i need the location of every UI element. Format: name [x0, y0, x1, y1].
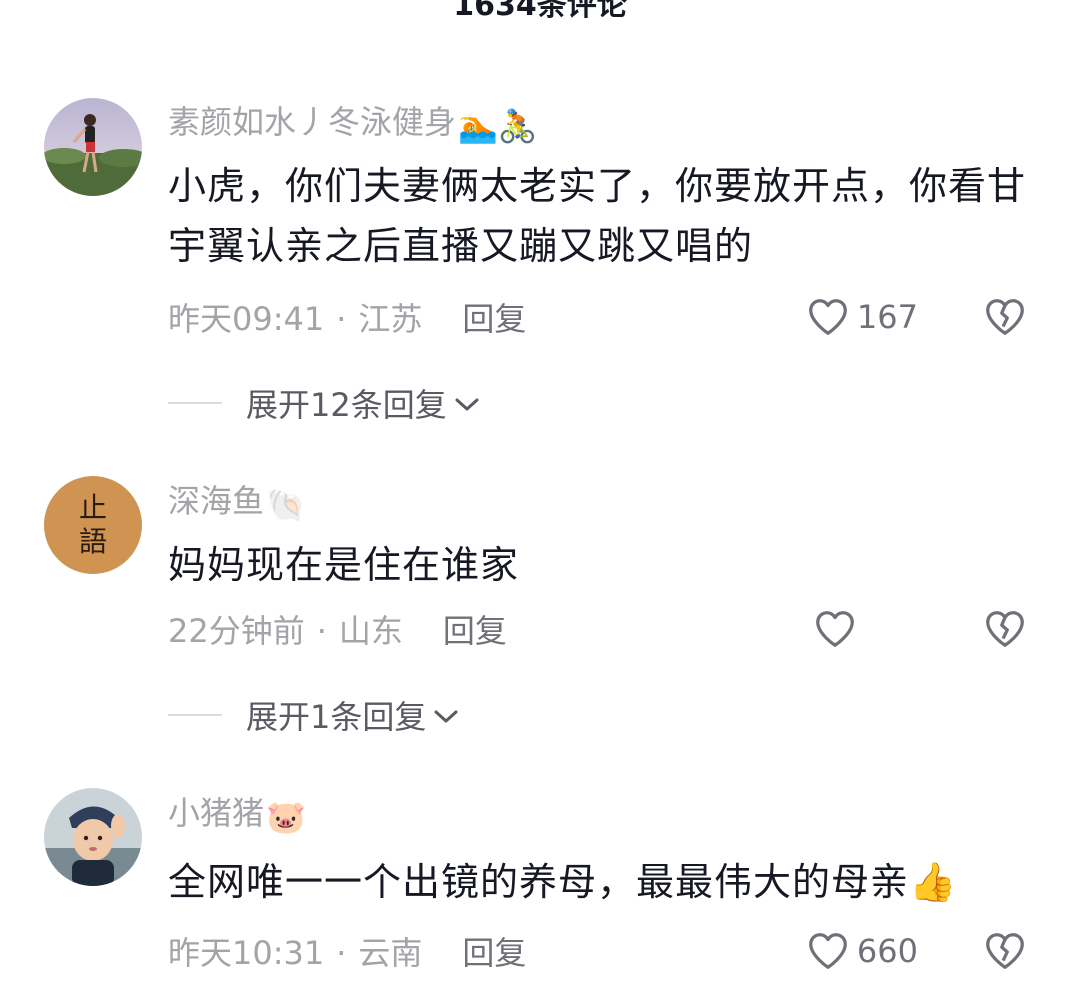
- like-count: 660: [856, 932, 918, 970]
- avatar[interactable]: 止 語: [44, 476, 142, 574]
- comment-meta: 昨天10:31 · 云南 回复: [168, 932, 526, 974]
- avatar[interactable]: [44, 98, 142, 196]
- heart-outline-icon: [816, 611, 854, 647]
- expand-replies-label: 展开12条回复: [246, 386, 447, 424]
- expand-replies-button[interactable]: 展开12条回复: [168, 380, 481, 426]
- pig-emoji-icon: 🐷: [266, 798, 306, 836]
- reply-button[interactable]: 回复: [462, 300, 526, 338]
- comment-username[interactable]: 小猪猪🐷: [168, 792, 306, 838]
- username-text[interactable]: 小猪猪: [168, 794, 264, 832]
- like-count: 167: [856, 298, 918, 336]
- reply-button[interactable]: 回复: [443, 612, 507, 650]
- broken-heart-icon: [986, 611, 1024, 647]
- like-button[interactable]: 660: [805, 928, 918, 974]
- divider-line: [168, 402, 222, 404]
- comment-username[interactable]: 深海鱼🐚: [168, 480, 306, 526]
- comment-username[interactable]: 素颜如水丿冬泳健身🏊🚴: [168, 101, 538, 147]
- dislike-button[interactable]: [982, 606, 1028, 656]
- comment-location: 江苏: [358, 300, 423, 338]
- heart-outline-icon: [809, 933, 847, 969]
- comment-location: 云南: [358, 934, 423, 972]
- dislike-button[interactable]: [982, 928, 1028, 978]
- comment-time: 昨天09:41: [168, 300, 325, 338]
- heart-outline-icon: [809, 299, 847, 335]
- username-text[interactable]: 素颜如水丿冬泳健身: [168, 103, 456, 141]
- comment-meta: 22分钟前 · 山东 回复: [168, 610, 507, 652]
- divider-line: [168, 714, 222, 716]
- avatar-calligraphy: 止 語: [78, 491, 107, 558]
- shell-emoji-icon: 🐚: [266, 486, 306, 524]
- comment-time: 昨天10:31: [168, 934, 325, 972]
- comment-text: 小虎，你们夫妻俩太老实了，你要放开点，你看甘宇翼认亲之后直播又蹦又跳又唱的: [168, 164, 1027, 268]
- chevron-down-icon: [455, 398, 479, 411]
- separator-dot: ·: [336, 300, 347, 338]
- comment-time: 22分钟前: [168, 612, 305, 650]
- comment-text: 妈妈现在是住在谁家: [168, 543, 520, 587]
- reply-button[interactable]: 回复: [462, 934, 526, 972]
- broken-heart-icon: [986, 299, 1024, 335]
- dislike-button[interactable]: [982, 294, 1028, 344]
- expand-replies-label: 展开1条回复: [246, 698, 427, 736]
- separator-dot: ·: [316, 612, 327, 650]
- expand-replies-button[interactable]: 展开1条回复: [168, 692, 460, 738]
- comment-text: 全网唯一一个出镜的养母，最最伟大的母亲👍: [168, 860, 958, 904]
- comments-count-title: 1634条评论: [453, 0, 627, 23]
- broken-heart-icon: [986, 933, 1024, 969]
- username-text[interactable]: 深海鱼: [168, 482, 264, 520]
- comment-meta: 昨天09:41 · 江苏 回复: [168, 298, 526, 340]
- like-button[interactable]: 167: [805, 294, 918, 340]
- separator-dot: ·: [336, 934, 347, 972]
- chevron-down-icon: [434, 710, 458, 723]
- avatar[interactable]: [44, 788, 142, 886]
- swim-bike-emoji-icon: 🏊🚴: [458, 107, 538, 145]
- comment-location: 山东: [338, 612, 403, 650]
- like-button[interactable]: [812, 606, 918, 652]
